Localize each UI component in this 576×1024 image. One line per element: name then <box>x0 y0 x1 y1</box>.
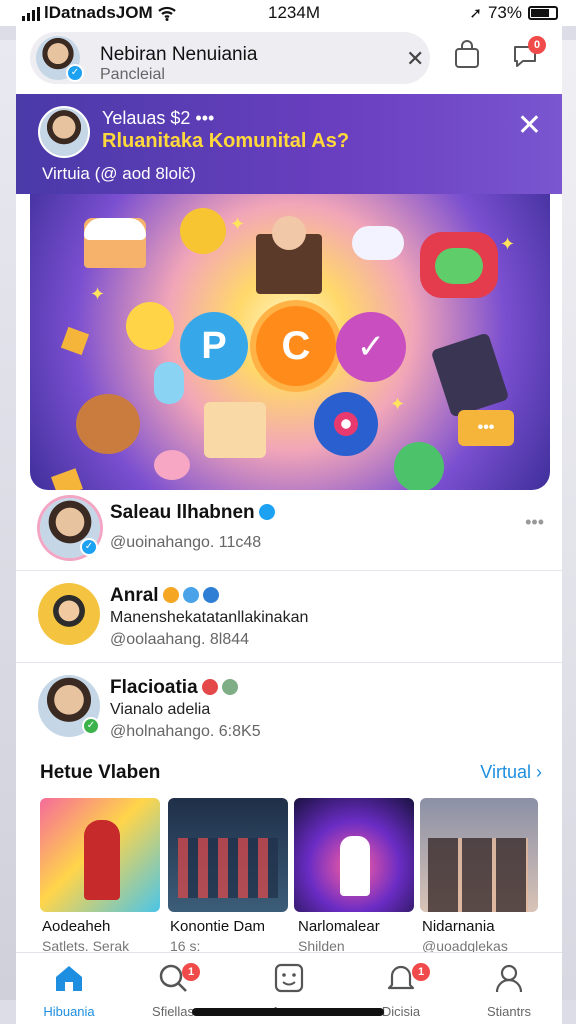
verified-icon: ✓ <box>80 538 98 556</box>
promo-time: Yelauas $2 ••• <box>102 108 215 128</box>
status-bar: lDatnadsJOМ 1234M ➚ 73% <box>0 0 576 26</box>
mascot-icon <box>126 302 174 350</box>
video-meta: 16 s: <box>170 938 201 952</box>
verified-icon <box>258 504 275 520</box>
mascot-icon <box>76 394 140 454</box>
app-p-icon: P <box>180 312 248 380</box>
tab-label: Stiantrs <box>486 1004 532 1019</box>
badge-icon <box>182 587 199 603</box>
post-author: Anral <box>110 585 219 607</box>
badge-icon <box>221 679 238 695</box>
carrier-label: lDatnadsJOМ <box>44 3 153 22</box>
tab-home[interactable]: Hibuania <box>24 961 114 1019</box>
monster-icon <box>420 232 498 298</box>
cube-icon <box>51 468 83 490</box>
badge-icon <box>162 587 179 603</box>
video-thumbnail[interactable] <box>40 798 160 912</box>
promo-user: Virtuia (@ aod 8lolč) <box>42 164 196 183</box>
post-author: Flacioatia <box>110 677 238 699</box>
background-right-edge <box>560 40 576 1000</box>
cloud-icon <box>352 226 404 260</box>
sparkle-icon: ✦ <box>90 284 106 304</box>
badge-icon <box>201 679 218 695</box>
post-text: Vianalo adelia <box>110 701 211 718</box>
sparkle-icon: ✦ <box>230 214 246 234</box>
post-handle: @uoinahango. 11c48 <box>110 534 262 551</box>
bag-icon[interactable] <box>452 40 482 70</box>
clock: 1234M <box>268 3 320 22</box>
more-icon[interactable]: ••• <box>525 512 544 533</box>
profile-icon <box>495 964 523 993</box>
home-indicator[interactable] <box>192 1008 384 1016</box>
sparkle-icon: ✦ <box>390 394 406 414</box>
video-title: Nidarnania <box>422 918 495 935</box>
cube-icon <box>60 326 90 356</box>
post-text: Manenshekatatanllakinakan <box>110 609 309 626</box>
status-right: ➚ 73% <box>469 3 558 23</box>
mascot-icon <box>154 362 184 404</box>
wifi-icon <box>157 6 176 21</box>
video-thumbnail[interactable] <box>420 798 538 912</box>
top-bar: ✓ Nebiran Nenuiania Pancleial ✕ 0 <box>16 26 562 92</box>
promo-banner[interactable]: Yelauas $2 ••• Rluanitaka Komunital As? … <box>16 94 562 194</box>
battery-icon <box>528 6 558 20</box>
list-item[interactable]: Anral Manenshekatatanllakinakan @oolaaha… <box>16 570 562 662</box>
location-icon: ➚ <box>469 5 482 22</box>
mascot-icon <box>180 208 226 254</box>
account-pill[interactable]: ✓ Nebiran Nenuiania Pancleial ✕ <box>30 32 430 84</box>
character-icon <box>256 216 322 294</box>
app-c-icon: C <box>256 306 336 386</box>
video-meta: @uoadglekas <box>422 938 508 952</box>
promo-avatar <box>38 106 90 158</box>
carrier: lDatnadsJOМ <box>22 3 177 23</box>
post-author: Saleau llhabnen <box>110 502 275 524</box>
list-item[interactable]: ✓ Flacioatia Vianalo adelia @holnahango.… <box>16 662 562 754</box>
account-name: Nebiran Nenuiania <box>100 44 258 65</box>
list-item[interactable]: ✓ Saleau llhabnen @uoinahango. 11c48 ••• <box>16 490 562 570</box>
video-title: Aodeaheh <box>42 918 111 935</box>
tab-profile[interactable]: Stiantrs <box>464 961 554 1019</box>
battery-percent: 73% <box>487 3 522 22</box>
promo-illustration: ✦ ✦ ✦ ✦ P C ✓ ••• <box>30 194 550 490</box>
promo-title: Rluanitaka Komunital As? <box>102 130 350 152</box>
mascot-icon <box>394 442 444 490</box>
keyboard-icon <box>430 332 510 418</box>
robot-icon <box>204 402 266 458</box>
post-handle: @oolaahang. 8l844 <box>110 631 250 648</box>
sparkle-icon: ✦ <box>500 234 516 254</box>
smile-icon <box>274 963 304 993</box>
signal-icon <box>22 5 40 21</box>
verified-icon: ✓ <box>82 717 100 735</box>
close-icon[interactable]: ✕ <box>517 108 542 143</box>
account-subtitle: Pancleial <box>100 66 165 83</box>
mascot-icon <box>154 450 190 480</box>
video-meta: Satlets. Serak <box>42 938 130 952</box>
notification-badge: 1 <box>182 963 200 981</box>
badge-icon <box>202 587 219 603</box>
video-title: Narlomalear <box>298 918 380 935</box>
cupcake-icon <box>84 218 146 268</box>
video-title: Konontie Dam <box>170 918 266 935</box>
app-check-icon: ✓ <box>336 312 406 382</box>
ball-icon <box>314 392 378 456</box>
video-meta: Shilden <box>298 938 345 952</box>
video-thumbnail[interactable] <box>168 798 288 912</box>
verified-icon: ✓ <box>66 64 84 82</box>
home-icon <box>56 966 82 991</box>
post-handle: @holnahango. 6:8K5 <box>110 723 261 740</box>
avatar <box>38 583 100 645</box>
feed-card: ✓ Nebiran Nenuiania Pancleial ✕ 0 Yelaua… <box>16 26 562 952</box>
notification-badge: 1 <box>412 963 430 981</box>
section-link[interactable]: Virtual › <box>480 762 542 783</box>
section-title: Hetue Vlaben <box>40 762 161 783</box>
close-icon[interactable]: ✕ <box>406 46 424 72</box>
video-thumbnail[interactable] <box>294 798 414 912</box>
notification-badge: 0 <box>528 36 546 54</box>
tab-label: Hibuania <box>43 1004 95 1019</box>
chat-bubble-icon: ••• <box>458 410 514 446</box>
